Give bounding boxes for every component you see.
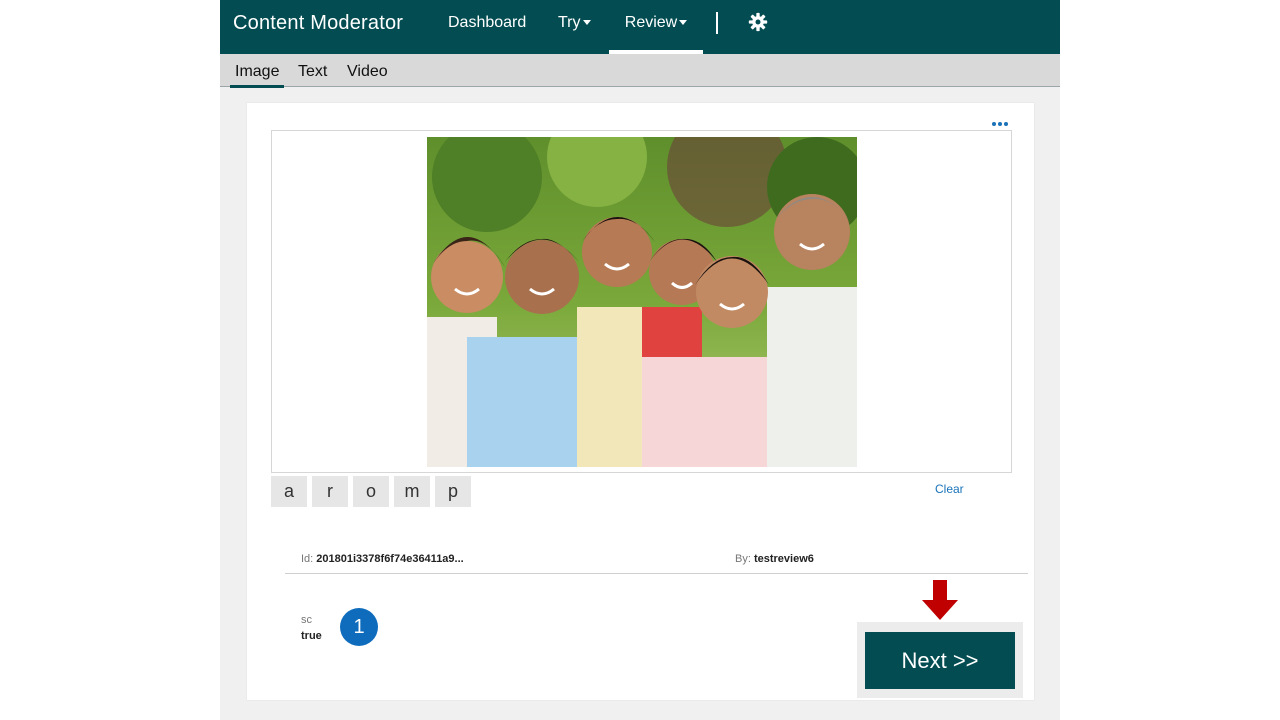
tag-value: true [301,630,322,642]
tag-a-button[interactable]: a [271,476,307,507]
tag-m-button[interactable]: m [394,476,430,507]
callout-badge: 1 [340,608,378,646]
tab-video[interactable]: Video [342,63,393,85]
content-moderator-app: Content Moderator Dashboard Try Review I… [220,0,1060,720]
clear-link[interactable]: Clear [935,482,964,496]
caret-down-icon [582,20,591,26]
review-card: a r o m p Clear Id: 201801i3378f6f74e364… [247,103,1034,700]
caret-down-icon [679,20,688,26]
tag-o-button[interactable]: o [353,476,389,507]
tag-key: sc [301,614,312,626]
nav-divider [716,12,718,34]
sub-navigation: Image Text Video [220,54,1060,88]
id-label: Id: [301,553,314,565]
nav-review[interactable]: Review [609,0,703,54]
next-button[interactable]: Next >> [865,632,1015,689]
tag-r-button[interactable]: r [312,476,348,507]
down-arrow-icon [922,580,958,620]
top-navigation-bar: Content Moderator Dashboard Try Review [220,0,1060,54]
nav-dashboard[interactable]: Dashboard [448,0,526,54]
nav-try[interactable]: Try [558,0,591,54]
by-value: testreview6 [753,553,814,565]
by-label: By: [735,553,751,565]
tab-image[interactable]: Image [230,63,285,88]
app-title: Content Moderator [233,12,404,34]
id-value: 201801i3378f6f74e36411a9... [316,553,464,565]
nav-review-label: Review [624,14,678,31]
nav-try-label: Try [558,14,581,31]
more-options-icon[interactable] [992,113,1012,126]
gear-icon[interactable] [748,12,768,32]
reviewer: By: testreview6 [735,553,814,565]
next-button-area: Next >> [857,622,1023,698]
image-frame [271,130,1012,473]
nav-dashboard-label: Dashboard [448,14,527,31]
tag-p-button[interactable]: p [435,476,471,507]
review-image[interactable] [427,137,857,467]
review-id: Id: 201801i3378f6f74e36411a9... [301,553,464,565]
divider [285,573,1028,574]
tab-text[interactable]: Text [293,63,332,85]
